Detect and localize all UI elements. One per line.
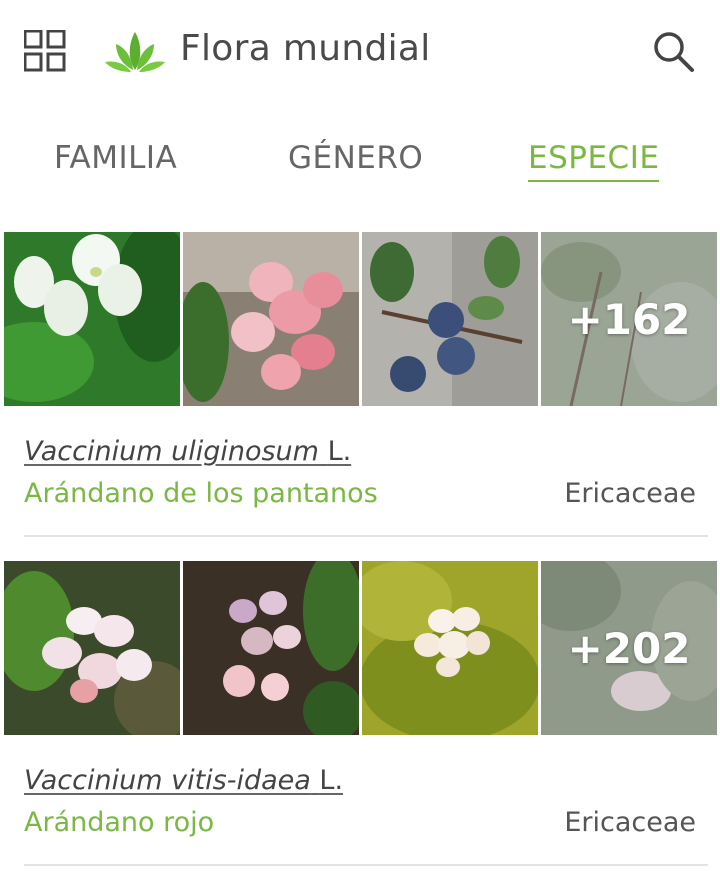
latin-name-text: Vaccinium uliginosum — [24, 436, 319, 467]
species-photo[interactable] — [183, 232, 359, 406]
species-latin-name[interactable]: Vaccinium vitis-idaea L. — [24, 765, 343, 796]
species-photo-more[interactable]: +162 — [541, 232, 717, 406]
species-photo[interactable] — [362, 232, 538, 406]
species-photo-more[interactable]: +202 — [541, 561, 717, 735]
species-card[interactable]: +162 Vaccinium uliginosum L. Arándano de… — [0, 232, 720, 542]
photo-strip: +162 — [4, 232, 717, 406]
species-common-name: Arándano de los pantanos — [24, 478, 378, 509]
divider — [24, 535, 708, 537]
more-photos-count: +162 — [567, 294, 691, 344]
leaf-logo-icon — [105, 32, 165, 72]
species-family: Ericaceae — [564, 478, 696, 509]
species-card[interactable]: +202 Vaccinium vitis-idaea L. Arándano r… — [0, 561, 720, 871]
species-photo[interactable] — [4, 232, 180, 406]
photo-strip: +202 — [4, 561, 717, 735]
author-abbrev: L. — [319, 765, 344, 796]
tab-especie[interactable]: ESPECIE — [528, 140, 660, 182]
species-common-name: Arándano rojo — [24, 807, 215, 838]
species-family: Ericaceae — [564, 807, 696, 838]
latin-name-text: Vaccinium vitis-idaea — [24, 765, 311, 796]
species-photo[interactable] — [4, 561, 180, 735]
app-header: Flora mundial — [0, 0, 720, 105]
divider — [24, 864, 708, 866]
species-photo[interactable] — [362, 561, 538, 735]
author-abbrev: L. — [327, 436, 352, 467]
tab-genero[interactable]: GÉNERO — [288, 140, 423, 176]
species-photo[interactable] — [183, 561, 359, 735]
grid-icon[interactable] — [24, 30, 66, 72]
category-tabs: FAMILIA GÉNERO ESPECIE — [0, 120, 720, 200]
search-icon[interactable] — [650, 28, 696, 74]
more-photos-count: +202 — [567, 623, 691, 673]
species-latin-name[interactable]: Vaccinium uliginosum L. — [24, 436, 351, 467]
tab-familia[interactable]: FAMILIA — [54, 140, 177, 176]
app-title: Flora mundial — [180, 28, 431, 69]
